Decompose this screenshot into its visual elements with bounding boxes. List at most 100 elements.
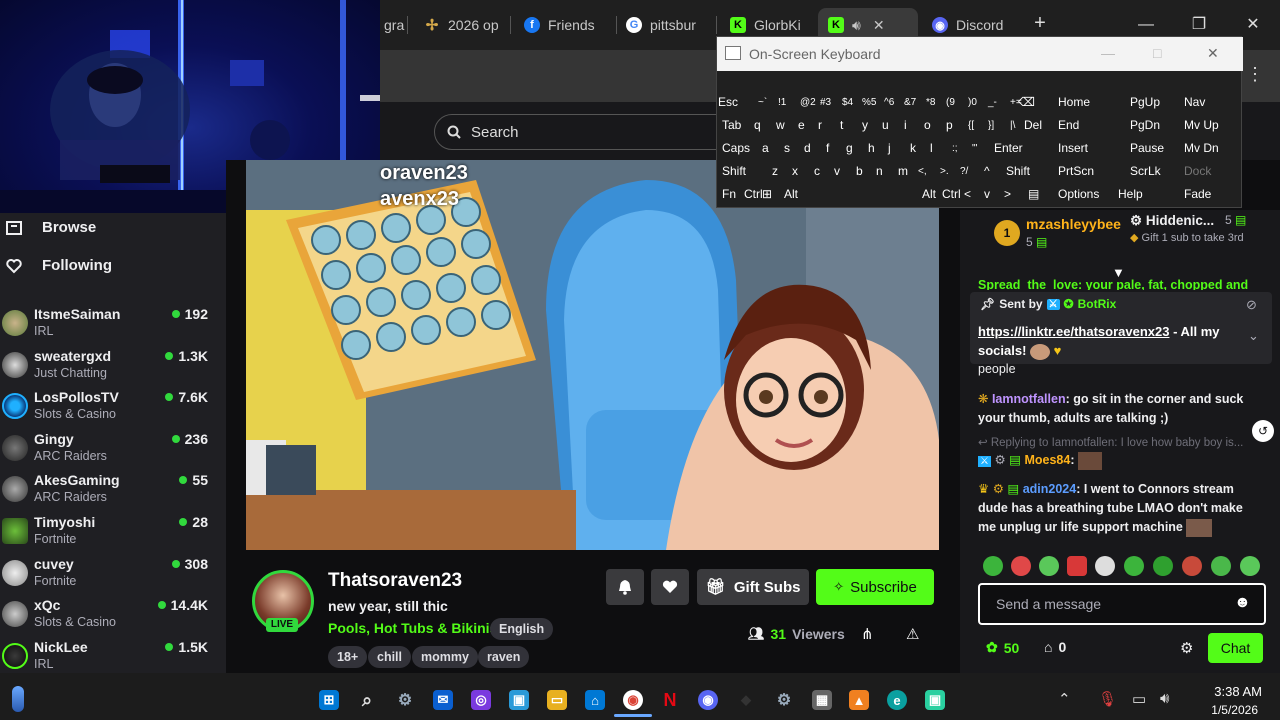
app-icon[interactable]: ◎: [471, 690, 491, 710]
osk-key[interactable]: End: [1056, 115, 1126, 135]
netflix-icon[interactable]: N: [660, 690, 680, 710]
chat-input[interactable]: Send a message ☻: [978, 583, 1266, 625]
tab-google[interactable]: G pittsbur: [616, 8, 716, 42]
chat-message[interactable]: ❋ Iamnotfallen: go sit in the corner and…: [978, 390, 1258, 428]
app-icon[interactable]: ◆: [736, 690, 756, 710]
osk-key[interactable]: Home: [1056, 92, 1126, 112]
stream-tag[interactable]: chill: [368, 646, 412, 668]
close-window-button[interactable]: ✕: [1240, 12, 1266, 38]
drops-count[interactable]: ⌂ 0: [1044, 639, 1066, 655]
file-explorer-icon[interactable]: ▭: [547, 690, 567, 710]
tab-friends[interactable]: f Friends: [514, 8, 618, 42]
leaderboard-user[interactable]: mzashleyybee: [1026, 216, 1121, 232]
stream-tag[interactable]: mommy: [412, 646, 478, 668]
emote-button[interactable]: [1039, 556, 1059, 576]
notifications-button[interactable]: [606, 569, 644, 605]
video-player[interactable]: oraven23 avenx23: [246, 160, 939, 550]
tab-2026[interactable]: ✢ 2026 op: [414, 8, 510, 42]
share-icon[interactable]: ⋔: [861, 625, 874, 643]
close-tab-icon[interactable]: ✕: [873, 17, 885, 34]
osk-key[interactable]: Enter: [992, 138, 1046, 158]
edge-icon[interactable]: e: [887, 690, 907, 710]
minimize-button[interactable]: —: [1133, 12, 1159, 38]
stream-tag[interactable]: raven: [478, 646, 530, 668]
steam-icon[interactable]: ⚙: [395, 690, 415, 710]
chevron-up-icon[interactable]: ⌃: [1058, 690, 1071, 708]
speaker-icon[interactable]: 🔊︎: [852, 17, 861, 34]
microphone-icon[interactable]: 🎙︎: [1098, 690, 1117, 708]
browser-menu-icon[interactable]: ⋮: [1246, 64, 1264, 85]
sidebar-channel[interactable]: Timyoshi Fortnite 28: [0, 513, 220, 553]
unpin-icon[interactable]: ⊘: [1246, 297, 1257, 313]
sidebar-channel[interactable]: AkesGaming ARC Raiders 55: [0, 471, 220, 511]
steam-icon[interactable]: ⚙: [774, 690, 794, 710]
emote-button[interactable]: [983, 556, 1003, 576]
thermometer-icon[interactable]: [12, 686, 24, 712]
osk-key[interactable]: Dock: [1182, 161, 1252, 181]
osk-key[interactable]: Esc: [716, 92, 758, 112]
sidebar-channel[interactable]: ItsmeSaiman IRL 192: [0, 305, 220, 345]
sidebar-channel[interactable]: sweatergxd Just Chatting 1.3K: [0, 347, 220, 387]
emote-button[interactable]: [1124, 556, 1144, 576]
channel-points[interactable]: ✿ 50: [986, 639, 1019, 656]
app-icon[interactable]: ▣: [509, 690, 529, 710]
search-icon[interactable]: ⌕: [357, 690, 377, 710]
emote-button[interactable]: [1011, 556, 1031, 576]
language-tag[interactable]: English: [490, 618, 554, 640]
store-icon[interactable]: ⌂: [585, 690, 605, 710]
clock-date[interactable]: 1/5/2026: [1192, 703, 1258, 717]
stream-tag[interactable]: 18+: [328, 646, 368, 668]
app-icon[interactable]: ▦: [812, 690, 832, 710]
volume-icon[interactable]: 🔊︎: [1160, 690, 1169, 707]
maximize-button[interactable]: ❐: [1186, 12, 1212, 38]
chevron-down-icon[interactable]: ⌄: [1248, 328, 1259, 344]
app-icon[interactable]: ▲: [849, 690, 869, 710]
subscribe-button[interactable]: ✧ Subscribe: [816, 569, 934, 605]
channel-title[interactable]: Thatsoraven23: [328, 570, 462, 592]
osk-key[interactable]: Shift: [1004, 161, 1050, 181]
chat-settings-icon[interactable]: ⚙: [1180, 639, 1193, 657]
chat-send-button[interactable]: Chat: [1208, 633, 1263, 663]
sidebar-browse[interactable]: Browse: [0, 219, 96, 236]
emote-button[interactable]: [1153, 556, 1173, 576]
osk-key[interactable]: Mv Up: [1182, 115, 1252, 135]
pinned-link[interactable]: https://linktr.ee/thatsoravenx23: [978, 324, 1169, 339]
new-tab-button[interactable]: +: [1028, 12, 1052, 36]
sidebar-channel[interactable]: cuvey Fortnite 308: [0, 555, 220, 595]
follow-button[interactable]: [651, 569, 689, 605]
emote-button[interactable]: [1095, 556, 1115, 576]
osk-key[interactable]: Mv Dn: [1182, 138, 1252, 158]
sidebar-channel[interactable]: LosPollosTV Slots & Casino 7.6K: [0, 388, 220, 428]
search-input[interactable]: Search: [434, 114, 734, 150]
osk-key[interactable]: Nav: [1182, 92, 1252, 112]
maximize-button[interactable]: □: [1153, 45, 1161, 61]
chat-message[interactable]: ♛ ⚙ ▤ adin2024: I went to Connors stream…: [978, 480, 1258, 537]
sidebar-following[interactable]: Following: [0, 257, 112, 274]
chrome-icon[interactable]: ◉: [623, 690, 643, 710]
osk-key[interactable]: Fade: [1182, 184, 1252, 204]
osk-key[interactable]: ⌫: [1016, 92, 1058, 112]
osk-key[interactable]: Shift: [720, 161, 768, 181]
emote-button[interactable]: [1211, 556, 1231, 576]
osk-key[interactable]: PrtScn: [1056, 161, 1126, 181]
stream-category-link[interactable]: Pools, Hot Tubs & Bikinis: [328, 620, 497, 636]
emoji-icon[interactable]: ☻: [1234, 594, 1251, 612]
close-button[interactable]: ✕: [1207, 45, 1219, 62]
osk-key[interactable]: Help: [1116, 184, 1166, 204]
mail-icon[interactable]: ✉: [433, 690, 453, 710]
chat-message[interactable]: ⚔ ⚙ ▤ Moes84:: [978, 451, 1258, 471]
reply-icon[interactable]: ↺: [1252, 420, 1274, 442]
osk-key[interactable]: Insert: [1056, 138, 1126, 158]
network-icon[interactable]: ▭: [1132, 690, 1146, 708]
minimize-button[interactable]: —: [1101, 45, 1115, 61]
emote-button[interactable]: [1182, 556, 1202, 576]
sidebar-channel[interactable]: NickLee IRL 1.5K: [0, 638, 220, 678]
emote-button[interactable]: [1067, 556, 1087, 576]
osk-key[interactable]: Alt: [782, 184, 816, 204]
gift-subs-button[interactable]: 🎁︎ Gift Subs: [697, 569, 809, 605]
sidebar-channel[interactable]: xQc Slots & Casino 14.4K: [0, 596, 220, 636]
emote-button[interactable]: [1240, 556, 1260, 576]
clock-time[interactable]: 3:38 AM: [1192, 684, 1262, 699]
app-icon[interactable]: ▣: [925, 690, 945, 710]
discord-icon[interactable]: ◉: [698, 690, 718, 710]
